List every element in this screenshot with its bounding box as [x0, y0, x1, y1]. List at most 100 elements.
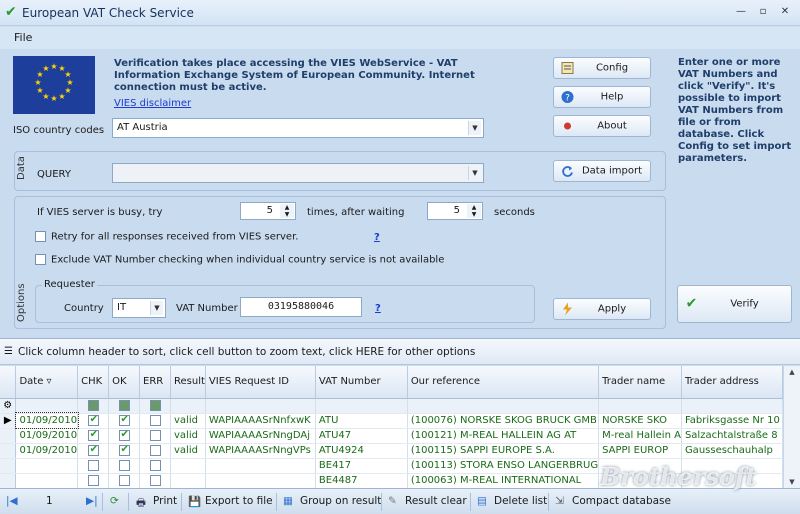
- exclude-option[interactable]: Exclude VAT Number checking when individ…: [35, 254, 444, 266]
- table-row[interactable]: 01/09/2010 ✔ ✔ valid WAPIAAAASrNngVPs ATU4924…: [0, 443, 783, 459]
- row-indicator[interactable]: [0, 458, 17, 474]
- cell-vies-request-id[interactable]: [205, 458, 316, 474]
- group-button[interactable]: ▦ Group on result: [283, 495, 381, 507]
- cell-ok-checkbox[interactable]: ✔: [108, 428, 141, 444]
- about-button[interactable]: About: [553, 115, 651, 137]
- cell-result[interactable]: [170, 458, 206, 474]
- menu-file[interactable]: File: [14, 31, 32, 44]
- config-button[interactable]: Config: [553, 57, 651, 79]
- column-header-trader-name[interactable]: Trader name: [598, 366, 682, 399]
- cell-our-reference[interactable]: (100063) M-REAL INTERNATIONAL: [407, 473, 600, 488]
- column-header-vies-request-id[interactable]: VIES Request ID: [205, 366, 316, 399]
- cell-trader-address[interactable]: Fabriksgasse Nr 10: [681, 413, 783, 429]
- filter-icon[interactable]: ⚙: [0, 398, 17, 414]
- cell-ok-checkbox[interactable]: [108, 473, 141, 488]
- cell-date[interactable]: 01/09/2010: [14, 412, 79, 429]
- chevron-down-icon[interactable]: ▼: [468, 166, 481, 180]
- cell-err-checkbox[interactable]: [139, 443, 171, 459]
- column-header-trader-address[interactable]: Trader address: [681, 366, 783, 399]
- first-page-icon[interactable]: |◀: [6, 495, 18, 507]
- cell-err-checkbox[interactable]: [139, 413, 171, 429]
- tries-spinner[interactable]: 5 ▲ ▼: [240, 202, 296, 220]
- cell-vies-request-id[interactable]: WAPIAAAASrNngVPs: [205, 443, 316, 459]
- grid-vertical-scrollbar[interactable]: ▲ ▼: [783, 366, 800, 488]
- cell-err-checkbox[interactable]: [139, 473, 171, 488]
- column-header-err[interactable]: ERR: [139, 366, 171, 399]
- cell-vat-number[interactable]: ATU: [315, 413, 408, 429]
- column-header-chk[interactable]: CHK: [77, 366, 110, 399]
- cell-result[interactable]: [170, 473, 206, 488]
- retry-help-link[interactable]: ?: [374, 232, 380, 243]
- vies-disclaimer-link[interactable]: VIES disclaimer: [114, 98, 191, 109]
- filter-cell[interactable]: [598, 398, 682, 414]
- filter-cell[interactable]: [407, 398, 600, 414]
- export-button[interactable]: 💾 Export to file: [188, 495, 273, 508]
- table-row[interactable]: ▶ 01/09/2010 ✔ ✔ valid WAPIAAAASrNnfxwK ATU (10…: [0, 412, 783, 429]
- column-header-vat-number[interactable]: VAT Number: [315, 366, 408, 399]
- cell-err-checkbox[interactable]: [139, 428, 171, 444]
- help-button[interactable]: ? Help: [553, 86, 651, 108]
- print-button[interactable]: 🖶 Print: [136, 495, 177, 509]
- cell-date[interactable]: 01/09/2010: [15, 428, 79, 444]
- delete-list-button[interactable]: ▤ Delete list: [477, 495, 547, 507]
- filter-cell[interactable]: [205, 398, 316, 414]
- cell-vat-number[interactable]: BE4487: [315, 473, 408, 488]
- cell-date[interactable]: [15, 458, 79, 474]
- cell-ok-checkbox[interactable]: ✔: [108, 413, 141, 429]
- column-header-date[interactable]: Date ▿: [15, 366, 79, 399]
- cell-vies-request-id[interactable]: [205, 473, 316, 488]
- cell-vat-number[interactable]: ATU47: [315, 428, 408, 444]
- filter-cell[interactable]: [315, 398, 408, 414]
- query-select[interactable]: ▼: [112, 163, 484, 183]
- cell-chk-checkbox[interactable]: ✔: [77, 428, 110, 444]
- apply-button[interactable]: Apply: [553, 298, 651, 320]
- cell-trader-address[interactable]: Gausseschauhalp: [681, 443, 783, 459]
- filter-cell[interactable]: [108, 398, 141, 414]
- cell-our-reference[interactable]: (100115) SAPPI EUROPE S.A.: [407, 443, 600, 459]
- cell-chk-checkbox[interactable]: [77, 458, 110, 474]
- cell-trader-name[interactable]: SAPPI EUROP: [598, 443, 682, 459]
- table-row[interactable]: 01/09/2010 ✔ ✔ valid WAPIAAAASrNngDAj ATU47 (1…: [0, 428, 783, 444]
- cell-our-reference[interactable]: (100113) STORA ENSO LANGERBRUG: [407, 458, 600, 474]
- cell-chk-checkbox[interactable]: ✔: [77, 443, 110, 459]
- column-header-our-reference[interactable]: Our reference: [407, 366, 600, 399]
- retry-checkbox[interactable]: [35, 231, 46, 242]
- requester-vat-input[interactable]: 03195880046: [240, 297, 362, 317]
- cell-err-checkbox[interactable]: [139, 458, 171, 474]
- requester-country-select[interactable]: IT ▼: [112, 298, 166, 318]
- cell-vat-number[interactable]: BE417: [315, 458, 408, 474]
- row-indicator[interactable]: [0, 443, 17, 459]
- cell-vies-request-id[interactable]: WAPIAAAASrNngDAj: [205, 428, 316, 444]
- cell-chk-checkbox[interactable]: ✔: [77, 413, 110, 429]
- cell-result[interactable]: valid: [170, 443, 206, 459]
- grid-options-icon[interactable]: ☰: [4, 346, 13, 357]
- iso-country-select[interactable]: AT Austria ▼: [112, 118, 484, 138]
- scroll-up-icon[interactable]: ▲: [787, 368, 797, 376]
- cell-trader-name[interactable]: M-real Hallein A: [598, 428, 682, 444]
- requester-help-link[interactable]: ?: [375, 303, 381, 314]
- retry-option[interactable]: Retry for all responses received from VI…: [35, 231, 298, 243]
- cell-our-reference[interactable]: (100121) M-REAL HALLEIN AG AT: [407, 428, 600, 444]
- minimize-button[interactable]: —: [733, 6, 749, 18]
- row-indicator[interactable]: [0, 473, 17, 488]
- filter-cell[interactable]: [77, 398, 110, 414]
- filter-cell[interactable]: [681, 398, 783, 414]
- filter-cell[interactable]: [139, 398, 171, 414]
- row-indicator[interactable]: ▶: [0, 413, 17, 429]
- cell-ok-checkbox[interactable]: ✔: [108, 443, 141, 459]
- cell-chk-checkbox[interactable]: [77, 473, 110, 488]
- verify-button[interactable]: ✔ Verify: [677, 285, 792, 323]
- cell-date[interactable]: [15, 473, 79, 488]
- cell-our-reference[interactable]: (100076) NORSKE SKOG BRUCK GMB: [407, 413, 600, 429]
- column-header-result[interactable]: Result: [170, 366, 206, 399]
- chevron-down-icon[interactable]: ▼: [150, 301, 163, 315]
- column-header-ok[interactable]: OK: [108, 366, 141, 399]
- grid-hint-text[interactable]: Click column header to sort, click cell …: [18, 346, 475, 358]
- spinner-arrows-icon[interactable]: ▲ ▼: [467, 204, 481, 218]
- grid-hint-bar[interactable]: ☰ Click column header to sort, click cel…: [0, 338, 800, 365]
- cell-result[interactable]: valid: [170, 428, 206, 444]
- scroll-down-icon[interactable]: ▼: [787, 478, 797, 486]
- filter-cell[interactable]: [170, 398, 206, 414]
- row-indicator[interactable]: [0, 428, 17, 444]
- result-clear-button[interactable]: ✎ Result clear: [388, 495, 467, 507]
